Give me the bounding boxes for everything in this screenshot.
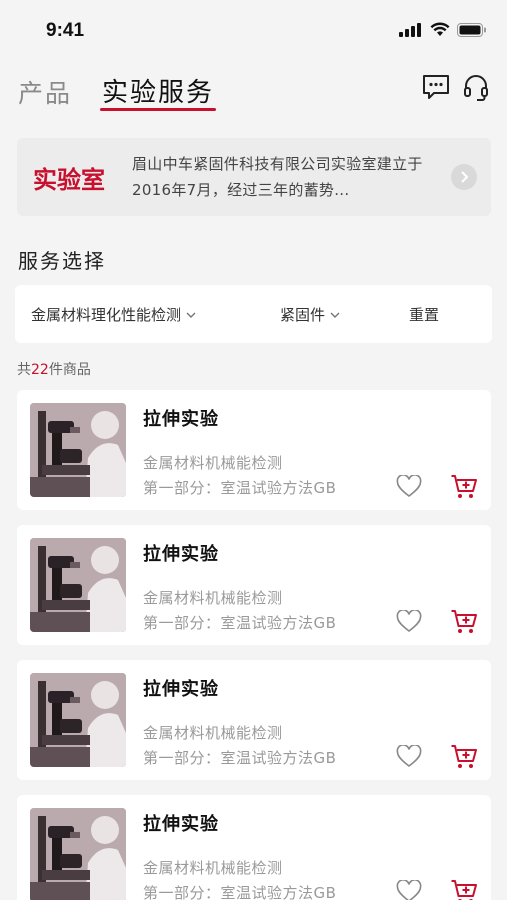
chevron-down-icon <box>186 312 196 318</box>
tab-product[interactable]: 产品 <box>18 74 72 110</box>
product-title: 拉伸实验 <box>143 544 219 565</box>
product-title: 拉伸实验 <box>143 814 219 835</box>
message-icon[interactable] <box>422 74 450 100</box>
lab-intro-banner[interactable]: 实验室 眉山中车紧固件科技有限公司实验室建立于2016年7月，经过三年的蓄势..… <box>17 138 491 216</box>
count-number: 22 <box>31 362 49 378</box>
status-time: 9:41 <box>46 20 85 41</box>
product-card[interactable]: 拉伸实验 金属材料机械能检测 第一部分：室温试验方法GB <box>17 390 491 510</box>
category-filter-label: 金属材料理化性能检测 <box>31 306 182 324</box>
product-subtitle: 金属材料机械能检测 <box>143 454 283 472</box>
product-card[interactable]: 拉伸实验 金属材料机械能检测 第一部分：室温试验方法GB <box>17 525 491 645</box>
count-prefix: 共 <box>17 362 31 378</box>
product-image <box>30 403 126 497</box>
product-image <box>30 808 126 900</box>
signal-icon <box>399 22 421 37</box>
product-description: 第一部分：室温试验方法GB <box>143 749 337 767</box>
add-to-cart-icon[interactable] <box>450 474 478 500</box>
reset-label: 重置 <box>409 306 440 324</box>
battery-icon <box>457 22 486 37</box>
product-description: 第一部分：室温试验方法GB <box>143 884 337 900</box>
headset-icon[interactable] <box>463 74 489 102</box>
lab-logo: 实验室 <box>33 165 105 194</box>
chevron-right-icon[interactable] <box>451 164 477 190</box>
chevron-down-icon <box>330 312 340 318</box>
status-bar: 9:41 <box>0 0 507 64</box>
product-image <box>30 538 126 632</box>
product-title: 拉伸实验 <box>143 679 219 700</box>
banner-text: 眉山中车紧固件科技有限公司实验室建立于2016年7月，经过三年的蓄势... <box>132 155 423 199</box>
product-description: 第一部分：室温试验方法GB <box>143 614 337 632</box>
wifi-icon <box>430 22 450 36</box>
add-to-cart-icon[interactable] <box>450 609 478 635</box>
product-card[interactable]: 拉伸实验 金属材料机械能检测 第一部分：室温试验方法GB <box>17 660 491 780</box>
product-card[interactable]: 拉伸实验 金属材料机械能检测 第一部分：室温试验方法GB <box>17 795 491 900</box>
reset-button[interactable]: 重置 <box>409 304 439 325</box>
category-filter[interactable]: 金属材料理化性能检测 <box>31 304 197 325</box>
tab-lab-service[interactable]: 实验服务 <box>102 72 214 109</box>
heart-icon[interactable] <box>396 880 422 900</box>
filter-bar: 金属材料理化性能检测 紧固件 重置 <box>15 285 492 343</box>
section-title: 服务选择 <box>18 249 106 273</box>
product-count: 共22件商品 <box>17 359 91 379</box>
product-subtitle: 金属材料机械能检测 <box>143 859 283 877</box>
count-suffix: 件商品 <box>48 362 91 378</box>
active-tab-indicator <box>100 108 216 111</box>
add-to-cart-icon[interactable] <box>450 744 478 770</box>
heart-icon[interactable] <box>396 610 422 633</box>
product-subtitle: 金属材料机械能检测 <box>143 724 283 742</box>
product-description: 第一部分：室温试验方法GB <box>143 479 337 497</box>
heart-icon[interactable] <box>396 475 422 498</box>
heart-icon[interactable] <box>396 745 422 768</box>
product-title: 拉伸实验 <box>143 409 219 430</box>
add-to-cart-icon[interactable] <box>450 879 478 900</box>
product-subtitle: 金属材料机械能检测 <box>143 589 283 607</box>
status-icons <box>399 22 487 37</box>
product-image <box>30 673 126 767</box>
type-filter[interactable]: 紧固件 <box>280 304 341 325</box>
type-filter-label: 紧固件 <box>280 306 326 324</box>
top-nav: 产品 实验服务 <box>0 64 507 120</box>
